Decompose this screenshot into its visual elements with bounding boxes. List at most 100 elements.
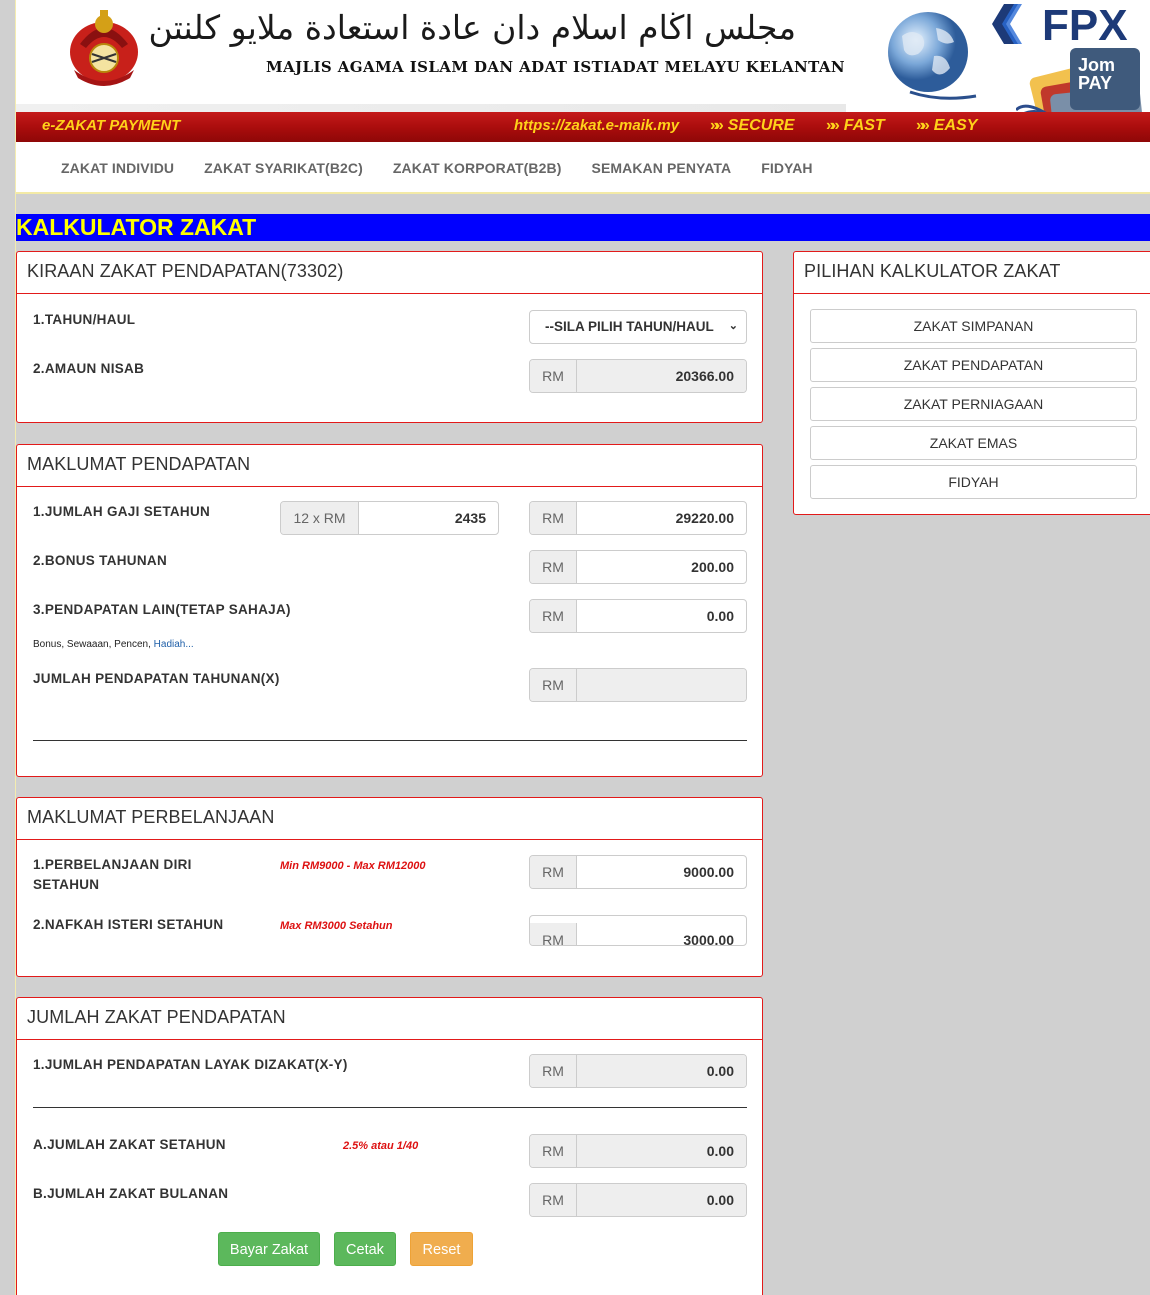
jumlah-zakat-panel-title: JUMLAH ZAKAT PENDAPATAN — [17, 998, 762, 1040]
jumlah-pendapatan-field: RM — [529, 668, 747, 702]
option-zakat-emas[interactable]: ZAKAT EMAS — [810, 426, 1137, 460]
currency-addon: RM — [530, 600, 577, 632]
jompay-logo: Jom PAY — [1070, 48, 1140, 110]
currency-addon: RM — [530, 551, 577, 583]
page-left-strip — [0, 0, 16, 1295]
bonus-label: 2.BONUS TAHUNAN — [33, 553, 168, 568]
perbelanjaan-panel-title: MAKLUMAT PERBELANJAAN — [17, 798, 762, 840]
gaji-multiplier-addon: 12 x RM — [281, 502, 359, 534]
zakat-setahun-value: 0.00 — [577, 1135, 746, 1167]
currency-addon: RM — [530, 1055, 577, 1087]
tahun-select-value: --SILA PILIH TAHUN/HAUL — [545, 319, 714, 334]
zakat-rate-hint: 2.5% atau 1/40 — [343, 1140, 419, 1152]
fpx-logo-icon: FPX — [992, 1, 1128, 48]
currency-addon: RM — [530, 360, 577, 392]
gaji-monthly-input[interactable]: 2435 — [359, 502, 498, 534]
org-name: MAJLIS AGAMA ISLAM DAN ADAT ISTIADAT MEL… — [266, 58, 846, 76]
jumlah-pendapatan-label: JUMLAH PENDAPATAN TAHUNAN(X) — [33, 671, 280, 686]
lain-note-text: Bonus, Sewaaan, Pencen, — [33, 639, 151, 650]
zakat-bulanan-label: B.JUMLAH ZAKAT BULANAN — [33, 1186, 229, 1201]
lain-label: 3.PENDAPATAN LAIN(TETAP SAHAJA) — [33, 602, 291, 617]
main-nav: ZAKAT INDIVIDU ZAKAT SYARIKAT(B2C) ZAKAT… — [16, 142, 1150, 194]
zakat-bulanan-field: RM 0.00 — [529, 1183, 747, 1217]
perbelanjaan-diri-input[interactable]: 9000.00 — [577, 856, 746, 888]
lain-field[interactable]: RM 0.00 — [529, 599, 747, 633]
kalkulator-options-title: PILIHAN KALKULATOR ZAKAT — [794, 252, 1150, 294]
svg-text:FPX: FPX — [1042, 1, 1128, 48]
layak-field: RM 0.00 — [529, 1054, 747, 1088]
currency-addon: RM — [530, 856, 577, 888]
nisab-value: 20366.00 — [577, 360, 746, 392]
divider — [33, 740, 747, 741]
state-crest-icon — [70, 10, 138, 86]
arabic-org-title: مجلس اڬام اسلام دان عادة استعادة ملايو ك… — [148, 8, 796, 47]
nafkah-isteri-input[interactable]: 3000.00 — [577, 923, 746, 945]
reset-button[interactable]: Reset — [410, 1232, 473, 1266]
header-divider — [16, 104, 846, 112]
chevron-down-icon: ⌄ — [728, 320, 738, 332]
lain-input[interactable]: 0.00 — [577, 600, 746, 632]
jompay-line1: Jom — [1078, 55, 1116, 75]
divider — [33, 1107, 747, 1108]
zakat-setahun-field: RM 0.00 — [529, 1134, 747, 1168]
page-banner: KALKULATOR ZAKAT — [16, 214, 1150, 241]
currency-addon: RM — [530, 502, 577, 534]
lain-note-link[interactable]: Hadiah... — [154, 639, 194, 650]
nav-semakan-penyata[interactable]: SEMAKAN PENYATA — [577, 142, 747, 176]
jumlah-pendapatan-value — [577, 669, 746, 701]
tagline-easy: »» EASY — [916, 117, 978, 134]
nav-fidyah[interactable]: FIDYAH — [746, 142, 827, 176]
zakat-bulanan-value: 0.00 — [577, 1184, 746, 1216]
site-header: مجلس اڬام اسلام دان عادة استعادة ملايو ك… — [16, 0, 1150, 142]
nav-zakat-korporat[interactable]: ZAKAT KORPORAT(B2B) — [378, 142, 577, 176]
nav-zakat-individu[interactable]: ZAKAT INDIVIDU — [46, 142, 189, 176]
gaji-total-input[interactable]: 29220.00 — [577, 502, 746, 534]
nisab-field: RM 20366.00 — [529, 359, 747, 393]
option-fidyah[interactable]: FIDYAH — [810, 465, 1137, 499]
currency-addon: RM — [530, 1135, 577, 1167]
perbelanjaan-diri-field[interactable]: RM 9000.00 — [529, 855, 747, 889]
currency-addon: RM — [530, 669, 577, 701]
page-title: KALKULATOR ZAKAT — [16, 214, 257, 240]
cetak-button[interactable]: Cetak — [334, 1232, 396, 1266]
kiraan-panel-title: KIRAAN ZAKAT PENDAPATAN(73302) — [17, 252, 762, 294]
header-red-bar: e-ZAKAT PAYMENT https://zakat.e-maik.my … — [16, 112, 1150, 142]
perbelanjaan-diri-label: 1.PERBELANJAAN DIRI SETAHUN — [33, 855, 192, 895]
perbelanjaan-diri-label-line1: 1.PERBELANJAAN DIRI — [33, 857, 192, 872]
nisab-label: 2.AMAUN NISAB — [33, 361, 145, 376]
layak-label: 1.JUMLAH PENDAPATAN LAYAK DIZAKAT(X-Y) — [33, 1057, 348, 1072]
site-url: https://zakat.e-maik.my — [514, 117, 680, 134]
layak-value: 0.00 — [577, 1055, 746, 1087]
perbelanjaan-diri-label-line2: SETAHUN — [33, 877, 100, 892]
perbelanjaan-panel: MAKLUMAT PERBELANJAAN 1.PERBELANJAAN DIR… — [16, 797, 763, 977]
kiraan-panel: KIRAAN ZAKAT PENDAPATAN(73302) 1.TAHUN/H… — [16, 251, 763, 423]
tagline-secure: »» SECURE — [710, 117, 795, 134]
currency-addon: RM — [530, 1184, 577, 1216]
gaji-monthly-field[interactable]: 12 x RM 2435 — [280, 501, 499, 535]
currency-addon: RM — [530, 923, 577, 945]
pendapatan-panel-title: MAKLUMAT PENDAPATAN — [17, 445, 762, 487]
gaji-label: 1.JUMLAH GAJI SETAHUN — [33, 504, 211, 519]
gaji-total-field[interactable]: RM 29220.00 — [529, 501, 747, 535]
bonus-input[interactable]: 200.00 — [577, 551, 746, 583]
option-zakat-pendapatan[interactable]: ZAKAT PENDAPATAN — [810, 348, 1137, 382]
tahun-select[interactable]: --SILA PILIH TAHUN/HAUL ⌄ — [529, 310, 747, 344]
nafkah-isteri-hint: Max RM3000 Setahun — [280, 920, 393, 932]
payment-label: e-ZAKAT PAYMENT — [42, 117, 181, 134]
option-zakat-perniagaan[interactable]: ZAKAT PERNIAGAAN — [810, 387, 1137, 421]
jompay-line2: PAY — [1078, 73, 1113, 93]
option-zakat-simpanan[interactable]: ZAKAT SIMPANAN — [810, 309, 1137, 343]
lain-note: Bonus, Sewaaan, Pencen, Hadiah... — [33, 639, 194, 650]
tagline-fast: »» FAST — [826, 117, 885, 134]
pendapatan-panel: MAKLUMAT PENDAPATAN 1.JUMLAH GAJI SETAHU… — [16, 444, 763, 777]
tahun-label: 1.TAHUN/HAUL — [33, 312, 136, 327]
nav-zakat-syarikat[interactable]: ZAKAT SYARIKAT(B2C) — [189, 142, 378, 176]
globe-icon — [888, 12, 977, 100]
kalkulator-options-panel: PILIHAN KALKULATOR ZAKAT ZAKAT SIMPANAN … — [793, 251, 1150, 515]
bayar-zakat-button[interactable]: Bayar Zakat — [218, 1232, 320, 1266]
bonus-field[interactable]: RM 200.00 — [529, 550, 747, 584]
nafkah-isteri-field[interactable]: RM 3000.00 — [529, 915, 747, 946]
nafkah-isteri-label: 2.NAFKAH ISTERI SETAHUN — [33, 917, 224, 932]
perbelanjaan-diri-hint: Min RM9000 - Max RM12000 — [280, 860, 426, 872]
zakat-setahun-label: A.JUMLAH ZAKAT SETAHUN — [33, 1137, 226, 1152]
